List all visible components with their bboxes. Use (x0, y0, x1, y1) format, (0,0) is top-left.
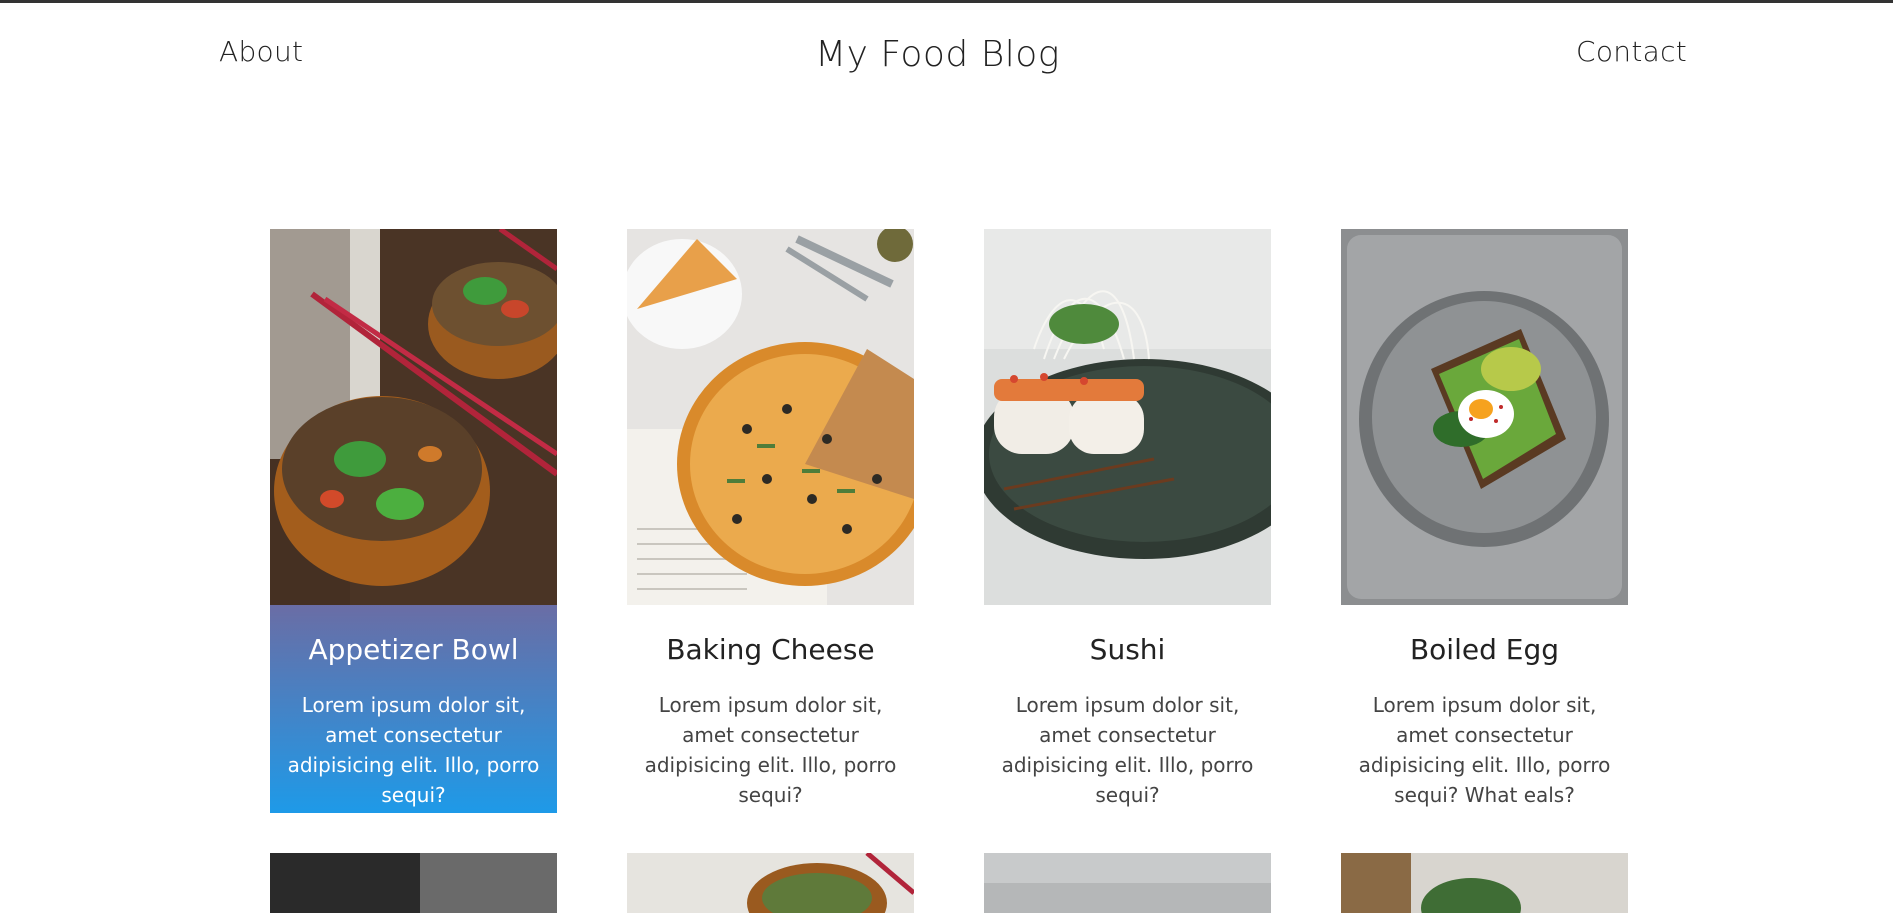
card-row2-1[interactable] (270, 853, 557, 913)
food-image (270, 853, 557, 913)
sushi-image (984, 229, 1271, 605)
card-appetizer-bowl[interactable]: Appetizer Bowl Lorem ipsum dolor sit, am… (270, 229, 557, 813)
card-row2-4[interactable] (1341, 853, 1628, 913)
noodle-bowl-image (627, 853, 914, 913)
card-grid: Appetizer Bowl Lorem ipsum dolor sit, am… (270, 229, 1628, 913)
card-description: Lorem ipsum dolor sit, amet consectetur … (644, 693, 897, 807)
card-title: Appetizer Bowl (308, 633, 519, 666)
noodle-bowls-image (270, 229, 557, 605)
egg-toast-image (1341, 229, 1628, 605)
card-description: Lorem ipsum dolor sit, amet consectetur … (1001, 693, 1254, 807)
card-description: Lorem ipsum dolor sit, amet consectetur … (1358, 693, 1611, 807)
card-title: Boiled Egg (1409, 633, 1560, 666)
card-boiled-egg[interactable]: Boiled Egg Lorem ipsum dolor sit, amet c… (1341, 229, 1628, 813)
card-body: Baking Cheese Lorem ipsum dolor sit, ame… (627, 605, 914, 813)
nav-contact-link[interactable]: Contact (1576, 35, 1687, 68)
food-image (1341, 853, 1628, 913)
card-sushi[interactable]: Sushi Lorem ipsum dolor sit, amet consec… (984, 229, 1271, 813)
food-image (984, 853, 1271, 913)
card-title: Sushi (1089, 633, 1166, 666)
card-body: Sushi Lorem ipsum dolor sit, amet consec… (984, 605, 1271, 813)
card-body: Boiled Egg Lorem ipsum dolor sit, amet c… (1341, 605, 1628, 813)
pizza-image (627, 229, 914, 605)
card-baking-cheese[interactable]: Baking Cheese Lorem ipsum dolor sit, ame… (627, 229, 914, 813)
card-body: Appetizer Bowl Lorem ipsum dolor sit, am… (270, 605, 557, 813)
card-title: Baking Cheese (666, 633, 875, 666)
card-row2-3[interactable] (984, 853, 1271, 913)
card-description: Lorem ipsum dolor sit, amet consectetur … (287, 693, 540, 807)
card-row2-2[interactable] (627, 853, 914, 913)
